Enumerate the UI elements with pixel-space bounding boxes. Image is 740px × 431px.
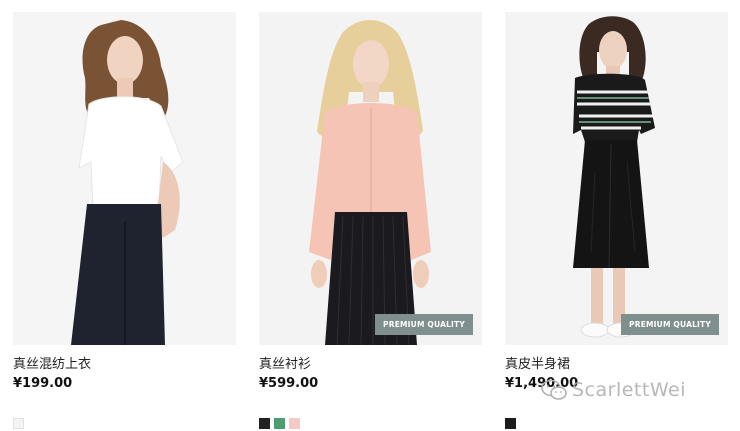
color-swatches: [259, 418, 482, 430]
product-image[interactable]: PREMIUM QUALITY: [505, 12, 728, 345]
product-price: ¥199.00: [13, 376, 73, 391]
color-swatch[interactable]: [289, 418, 300, 429]
product-card[interactable]: PREMIUM QUALITY 真丝衬衫 ¥599.00: [259, 12, 482, 430]
watermark: ScarlettWei: [540, 378, 686, 402]
product-image[interactable]: [13, 12, 236, 345]
color-swatch[interactable]: [259, 418, 270, 429]
product-name[interactable]: 真丝混纺上衣: [13, 357, 236, 373]
model-photo-silk-shirt: [259, 12, 482, 345]
product-price: ¥599.00: [259, 376, 319, 391]
model-photo-leather-skirt: [505, 12, 728, 345]
color-swatches: [13, 418, 236, 430]
product-card[interactable]: 真丝混纺上衣 ¥199.00: [13, 12, 236, 430]
product-name[interactable]: 真丝衬衫: [259, 357, 482, 373]
color-swatch[interactable]: [505, 418, 516, 429]
watermark-text: ScarlettWei: [572, 379, 686, 401]
product-name[interactable]: 真皮半身裙: [505, 357, 728, 373]
model-photo-silk-top: [13, 12, 236, 345]
color-swatches: [505, 418, 728, 430]
premium-quality-badge: PREMIUM QUALITY: [375, 313, 473, 335]
wechat-icon: [541, 379, 567, 400]
product-image[interactable]: PREMIUM QUALITY: [259, 12, 482, 345]
premium-quality-badge: PREMIUM QUALITY: [621, 313, 719, 335]
product-card[interactable]: PREMIUM QUALITY 真皮半身裙 ¥1,490.00: [505, 12, 728, 430]
color-swatch[interactable]: [13, 418, 24, 429]
color-swatch[interactable]: [274, 418, 285, 429]
